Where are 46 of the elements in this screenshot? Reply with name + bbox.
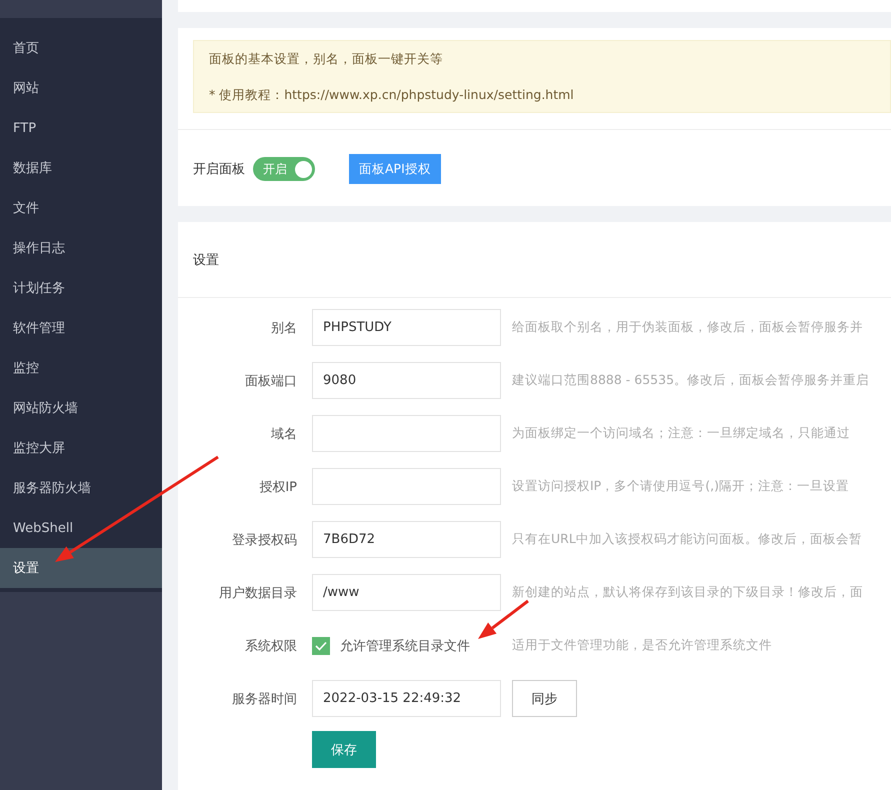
field-label: 域名	[270, 426, 298, 442]
input-field[interactable]	[312, 468, 501, 505]
input-field[interactable]: /www	[312, 574, 501, 611]
save-button[interactable]: 保存	[312, 731, 376, 768]
sync-button[interactable]: 同步	[512, 680, 577, 717]
sidebar-item[interactable]: 设置	[0, 548, 162, 588]
sidebar-item[interactable]: 服务器防火墙	[0, 468, 162, 508]
field-label: 登录授权码	[231, 532, 298, 548]
sidebar-item[interactable]: 计划任务	[0, 268, 162, 308]
sidebar-item[interactable]: 首页	[0, 28, 162, 68]
field-label: 系统权限	[244, 638, 298, 654]
hint-text: 只有在URL中加入该授权码才能访问面板。修改后，面板会暂	[512, 531, 862, 548]
sidebar-item[interactable]: WebShell	[0, 508, 162, 548]
sidebar-item[interactable]: 操作日志	[0, 228, 162, 268]
sidebar-item[interactable]: 文件	[0, 188, 162, 228]
sidebar-item[interactable]: 监控大屏	[0, 428, 162, 468]
notice-text: 面板的基本设置，别名，面板一键开关等	[209, 50, 444, 67]
checkbox[interactable]	[312, 636, 330, 654]
sidebar-item[interactable]: 网站	[0, 68, 162, 108]
input-field[interactable]: 9080	[312, 362, 501, 399]
check-icon	[315, 640, 327, 650]
sidebar-item[interactable]: 数据库	[0, 148, 162, 188]
field-label: 授权IP	[258, 478, 298, 496]
sidebar-item[interactable]: FTP	[0, 108, 162, 148]
field-label: 用户数据目录	[218, 584, 298, 602]
hint-text: 适用于文件管理功能，是否允许管理系统文件	[512, 637, 772, 654]
checkbox-label: 允许管理系统目录文件	[340, 638, 470, 654]
field-label: 别名	[270, 320, 298, 336]
input-field[interactable]: PHPSTUDY	[312, 309, 501, 346]
sidebar-item[interactable]: 网站防火墙	[0, 388, 162, 428]
sidebar-item[interactable]: 软件管理	[0, 308, 162, 348]
field-label: 面板端口	[244, 372, 298, 390]
input-field[interactable]: 2022-03-15 22:49:32	[312, 680, 501, 717]
sidebar-item[interactable]: 监控	[0, 348, 162, 388]
switch-label: 开启面板	[193, 161, 245, 178]
annotation-arrow	[478, 600, 529, 639]
hint-text: 建议端口范围8888 - 65535。修改后，面板会暂停服务并重启	[512, 372, 870, 389]
hint-text: 给面板取个别名，用于伪装面板，修改后，面板会暂停服务并	[512, 319, 863, 336]
input-field[interactable]: 7B6D72	[312, 521, 501, 558]
hint-text: 设置访问授权IP，多个请使用逗号(,)隔开；注意：一旦设置	[512, 478, 849, 495]
hint-text: 为面板绑定一个访问域名；注意：一旦绑定域名，只能通过	[512, 425, 850, 442]
section-title: 设置	[178, 222, 891, 298]
field-label: 服务器时间	[231, 690, 298, 708]
hint-text: 新创建的站点，默认将保存到该目录的下级目录！修改后，面	[512, 584, 863, 601]
input-field[interactable]	[312, 415, 501, 452]
notice-text: * 使用教程：https://www.xp.cn/phpstudy-linux/setting.html	[209, 86, 575, 103]
